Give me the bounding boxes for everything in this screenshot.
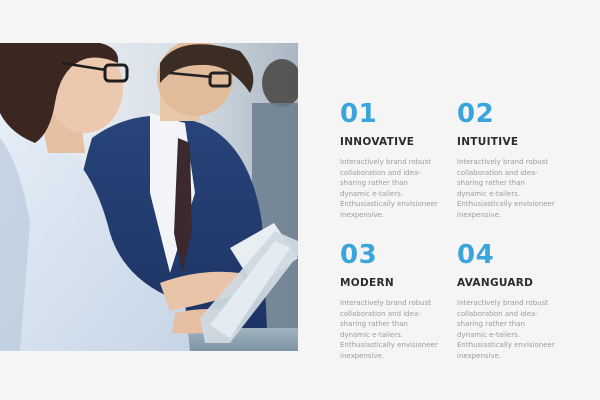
feature-title: AVANGUARD [457, 277, 534, 289]
feature-description: Interactively brand robust collaboration… [340, 158, 438, 219]
business-people-photo [0, 43, 298, 351]
feature-number: 02 [457, 99, 495, 129]
feature-title: INTUITIVE [457, 136, 519, 148]
feature-description: Interactively brand robust collaboration… [340, 299, 438, 360]
slide: 01 INNOVATIVE Interactively brand robust… [0, 0, 600, 400]
feature-number: 03 [340, 240, 378, 270]
feature-title: MODERN [340, 277, 394, 289]
feature-description: Interactively brand robust collaboration… [457, 158, 555, 219]
feature-title: INNOVATIVE [340, 136, 415, 148]
feature-avanguard: 04 AVANGUARD Interactively brand robust … [457, 242, 567, 361]
feature-modern: 03 MODERN Interactively brand robust col… [340, 242, 450, 361]
feature-description: Interactively brand robust collaboration… [457, 299, 555, 360]
feature-intuitive: 02 INTUITIVE Interactively brand robust … [457, 101, 567, 220]
feature-number: 04 [457, 240, 495, 270]
feature-innovative: 01 INNOVATIVE Interactively brand robust… [340, 101, 450, 220]
feature-number: 01 [340, 99, 378, 129]
